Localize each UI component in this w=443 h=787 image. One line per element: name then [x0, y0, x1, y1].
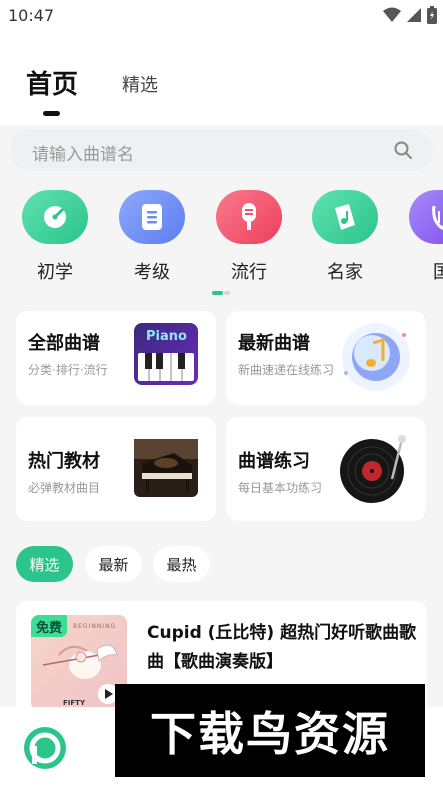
vinyl-record-image — [338, 433, 410, 505]
piano-keys-image: Piano — [134, 323, 198, 385]
card-title: 全部曲谱 — [28, 333, 100, 354]
card-all-scores[interactable]: 全部曲谱 分类·排行·流行 Piano — [16, 311, 216, 405]
chip-featured[interactable]: 精选 — [16, 546, 73, 582]
search-bar[interactable]: 请输入曲谱名 — [10, 129, 433, 171]
status-bar: 10:47 — [0, 0, 443, 32]
app-logo-icon[interactable] — [22, 725, 68, 771]
tab-active-indicator — [43, 111, 60, 116]
status-icons — [383, 6, 437, 24]
chip-latest[interactable]: 最新 — [85, 546, 142, 582]
category-exam[interactable]: 考级 — [117, 190, 187, 284]
category-label: 名家 — [327, 262, 363, 283]
lyre-icon — [409, 190, 443, 244]
music-note-bubble-image — [338, 321, 414, 393]
search-icon[interactable] — [393, 140, 413, 160]
category-row: 初学 考级 流行 名家 国 — [0, 178, 443, 302]
metronome-icon — [22, 190, 88, 244]
card-title: 最新曲谱 — [238, 333, 310, 354]
card-subtitle: 必弹教材曲目 — [28, 481, 101, 495]
card-latest-scores[interactable]: 最新曲谱 新曲速递在线练习 — [226, 311, 426, 405]
category-label: 流行 — [231, 262, 267, 283]
category-beginner[interactable]: 初学 — [20, 190, 90, 284]
free-badge: 免费 — [31, 615, 67, 637]
grand-piano-photo — [134, 439, 198, 497]
card-subtitle: 新曲速递在线练习 — [238, 363, 335, 377]
watermark-banner: 下载鸟资源 — [115, 684, 425, 777]
status-time: 10:47 — [8, 6, 55, 25]
card-popular-textbooks[interactable]: 热门教材 必弹教材曲目 — [16, 417, 216, 521]
top-tabs: 首页 精选 — [0, 60, 443, 120]
category-label: 初学 — [37, 262, 73, 283]
chip-hottest[interactable]: 最热 — [153, 546, 210, 582]
card-subtitle: 每日基本功练习 — [238, 481, 323, 495]
category-national[interactable]: 国 — [407, 190, 443, 284]
music-book-icon — [312, 190, 378, 244]
category-masters[interactable]: 名家 — [310, 190, 380, 284]
cover-text-bottom: FIFTY — [63, 699, 86, 707]
card-title: 热门教材 — [28, 451, 100, 472]
piano-image-text: Piano — [146, 329, 187, 344]
song-cover: BEGINNING FIFTY 免费 — [31, 615, 127, 711]
wifi-icon — [383, 7, 401, 22]
category-label: 国 — [433, 262, 443, 283]
signal-icon — [407, 8, 421, 22]
category-page-indicator — [212, 291, 230, 295]
tab-featured[interactable]: 精选 — [122, 71, 158, 97]
battery-icon — [427, 6, 437, 24]
microphone-icon — [216, 190, 282, 244]
song-title: Cupid (丘比特) 超热门好听歌曲歌曲【歌曲演奏版】 — [147, 623, 417, 672]
search-input[interactable]: 请输入曲谱名 — [32, 140, 134, 165]
tab-home[interactable]: 首页 — [26, 64, 78, 101]
card-score-practice[interactable]: 曲谱练习 每日基本功练习 — [226, 417, 426, 521]
cover-text-top: BEGINNING — [73, 623, 117, 630]
category-label: 考级 — [134, 262, 170, 283]
card-subtitle: 分类·排行·流行 — [28, 363, 108, 377]
card-title: 曲谱练习 — [238, 451, 310, 472]
document-icon — [119, 190, 185, 244]
category-pop[interactable]: 流行 — [214, 190, 284, 284]
